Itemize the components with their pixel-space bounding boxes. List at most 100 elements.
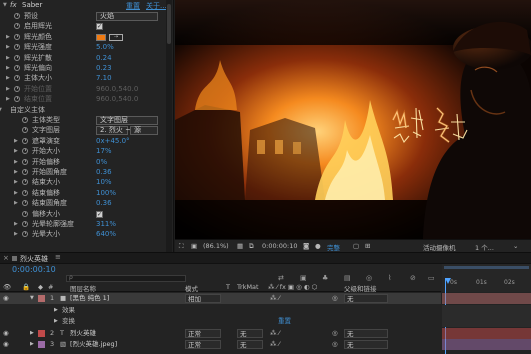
parent-pickwhip-icon[interactable]: ◎ bbox=[332, 293, 338, 304]
expand-triangle-icon[interactable]: ▶ bbox=[6, 54, 10, 63]
effect-property-row[interactable]: 文字图层 2. 烈火 ~ 源 bbox=[0, 126, 173, 136]
effect-property-row[interactable]: ▶ 结束偏移 100% bbox=[0, 189, 173, 198]
layer-property-group[interactable]: 效果 ▶ bbox=[0, 305, 441, 316]
snapshot-icon[interactable]: ⧉ bbox=[249, 242, 254, 251]
effect-property-row[interactable]: ▶ 开始大小 17% bbox=[0, 147, 173, 156]
composition-viewer[interactable] bbox=[175, 0, 531, 239]
expand-triangle-icon[interactable]: ▶ bbox=[14, 199, 18, 208]
effect-property-row[interactable]: ▶ 遮罩演变 0x+45.0° bbox=[0, 137, 173, 146]
shy-layers-icon[interactable]: ♣ bbox=[322, 274, 328, 282]
effect-property-row[interactable]: ▶ 结束位置 960.0,540.0 bbox=[0, 95, 173, 104]
collapse-triangle-icon[interactable]: ▼ bbox=[3, 2, 7, 8]
expand-triangle-icon[interactable]: ▶ bbox=[14, 147, 18, 156]
effect-property-row[interactable]: ▶ 开始偏移 0% bbox=[0, 158, 173, 167]
stopwatch-icon[interactable] bbox=[22, 148, 28, 155]
expand-triangle-icon[interactable]: ▶ bbox=[14, 230, 18, 239]
property-checkbox[interactable] bbox=[96, 210, 103, 219]
magnifier-icon[interactable]: ⛶ bbox=[179, 242, 184, 251]
lock-icon[interactable]: ⊘ bbox=[410, 274, 416, 282]
property-value[interactable]: 0.36 bbox=[96, 168, 112, 177]
layer-row[interactable]: ◉ ▶ 2 T 烈火英雄 正常 无 ⁂ ⁄ ◎ 无 bbox=[0, 328, 441, 339]
collapse-triangle-icon[interactable]: ▼ bbox=[0, 106, 2, 115]
grid-icon[interactable]: ⊞ bbox=[365, 242, 370, 250]
property-group-label[interactable]: 效果 bbox=[62, 305, 75, 316]
property-value[interactable]: 960.0,540.0 bbox=[96, 95, 138, 104]
property-value[interactable]: 0.23 bbox=[96, 64, 112, 73]
layer-label-color[interactable] bbox=[38, 341, 45, 349]
property-track[interactable] bbox=[442, 316, 531, 328]
expand-triangle-icon[interactable]: ▶ bbox=[6, 95, 10, 104]
color-channel-icon[interactable]: ● bbox=[315, 242, 321, 250]
color-swatch[interactable] bbox=[96, 33, 106, 41]
blend-mode-dropdown[interactable]: 正常 bbox=[185, 340, 221, 350]
parent-pickwhip-icon[interactable]: ◎ bbox=[332, 339, 338, 350]
property-value[interactable]: 0% bbox=[96, 158, 107, 167]
effect-property-row[interactable]: ▶ 开始位置 960.0,540.0 bbox=[0, 85, 173, 94]
expand-triangle-icon[interactable]: ▶ bbox=[14, 178, 18, 187]
expand-triangle-icon[interactable]: ▶ bbox=[6, 43, 10, 52]
parent-dropdown[interactable]: 无 bbox=[344, 328, 388, 338]
effect-property-row[interactable]: ▶ 结束圆角度 0.36 bbox=[0, 199, 173, 208]
zoom-dropdown[interactable]: (86.1%) bbox=[203, 242, 229, 250]
expand-triangle-icon[interactable]: ▶ bbox=[30, 339, 34, 350]
property-value[interactable]: 0.24 bbox=[96, 54, 112, 63]
property-value[interactable]: 5.0% bbox=[96, 43, 114, 52]
visibility-eye-icon[interactable]: ◉ bbox=[3, 293, 9, 304]
layer-row[interactable]: ◉ ▼ 1 ■ [黑色 纯色 1] 相加 ⁂ ⁄ ◎ 无 bbox=[0, 293, 441, 304]
effect-property-row[interactable]: ▶ 辉光扩散 0.24 bbox=[0, 54, 173, 63]
scrollbar-thumb[interactable] bbox=[167, 4, 171, 44]
property-value[interactable]: 10% bbox=[96, 178, 112, 187]
property-value[interactable]: 0.36 bbox=[96, 199, 112, 208]
effect-property-row[interactable]: 预设 火焰 bbox=[0, 12, 173, 21]
stopwatch-icon[interactable] bbox=[22, 189, 28, 196]
stopwatch-icon[interactable] bbox=[14, 33, 20, 40]
stopwatch-icon[interactable] bbox=[22, 117, 28, 123]
camera-dropdown[interactable]: 活动摄像机 bbox=[423, 242, 456, 252]
layer-switches[interactable]: ⁂ ⁄ bbox=[270, 293, 280, 304]
layer-search-input[interactable]: ρ bbox=[66, 274, 186, 282]
fx-badge[interactable]: fx bbox=[10, 1, 17, 9]
chevron-down-icon[interactable]: ⌄ bbox=[513, 242, 518, 250]
stopwatch-icon[interactable] bbox=[14, 44, 20, 51]
property-value[interactable]: 640% bbox=[96, 230, 116, 239]
visibility-eye-icon[interactable]: ◉ bbox=[3, 339, 9, 350]
about-link[interactable]: 关于... bbox=[146, 1, 167, 11]
parent-pickwhip-icon[interactable]: ◎ bbox=[332, 328, 338, 339]
property-value[interactable]: 0x+45.0° bbox=[96, 137, 130, 146]
property-value[interactable]: 100% bbox=[96, 189, 116, 198]
region-of-interest-icon[interactable]: ▢ bbox=[353, 242, 359, 250]
stopwatch-icon[interactable] bbox=[14, 65, 20, 71]
trkmat-column[interactable]: TrkMat bbox=[237, 283, 259, 291]
work-area-bar[interactable] bbox=[444, 266, 529, 269]
property-value[interactable]: 7.10 bbox=[96, 74, 112, 83]
expand-triangle-icon[interactable]: ▶ bbox=[14, 158, 18, 167]
stopwatch-icon[interactable] bbox=[22, 169, 28, 175]
effect-property-row[interactable]: ▶ 辉光强度 5.0% bbox=[0, 43, 173, 52]
property-value[interactable]: 311% bbox=[96, 220, 116, 229]
layer-label-color[interactable] bbox=[38, 295, 45, 302]
effect-property-row[interactable]: 主体类型 文字图层 bbox=[0, 116, 173, 125]
resolution-dropdown[interactable]: 完整 bbox=[327, 242, 340, 252]
stopwatch-icon[interactable] bbox=[22, 127, 28, 134]
layer-name-column[interactable]: 图层名称 bbox=[70, 283, 96, 293]
source-dropdown[interactable]: 源 bbox=[130, 126, 158, 136]
property-dropdown[interactable]: 火焰 bbox=[96, 12, 158, 21]
stopwatch-icon[interactable] bbox=[14, 85, 20, 92]
current-time[interactable]: 0:00:00:10 bbox=[262, 242, 298, 250]
parent-column[interactable]: 父级和链接 bbox=[344, 283, 377, 293]
layer-duration-bar[interactable] bbox=[442, 293, 531, 304]
layer-name[interactable]: [烈火英雄.jpeg] bbox=[70, 339, 117, 350]
effect-property-row[interactable]: ▶ 辉光颜色 ⇢ bbox=[0, 33, 173, 42]
property-dropdown[interactable]: 文字图层 bbox=[96, 116, 158, 125]
expand-triangle-icon[interactable]: ▶ bbox=[30, 328, 34, 339]
layer-name[interactable]: 烈火英雄 bbox=[70, 328, 96, 339]
blend-mode-dropdown[interactable]: 正常 bbox=[185, 328, 221, 338]
expand-triangle-icon[interactable]: ▶ bbox=[54, 316, 58, 327]
effect-property-row[interactable]: ▶ 光晕大小 640% bbox=[0, 230, 173, 239]
collapse-triangle-icon[interactable]: ▼ bbox=[30, 293, 34, 304]
expand-triangle-icon[interactable]: ▶ bbox=[6, 74, 10, 83]
layer-duration-bar[interactable] bbox=[442, 327, 531, 339]
layer-name[interactable]: [黑色 纯色 1] bbox=[70, 293, 109, 304]
stopwatch-icon[interactable] bbox=[22, 179, 28, 186]
expand-triangle-icon[interactable]: ▶ bbox=[14, 189, 18, 198]
